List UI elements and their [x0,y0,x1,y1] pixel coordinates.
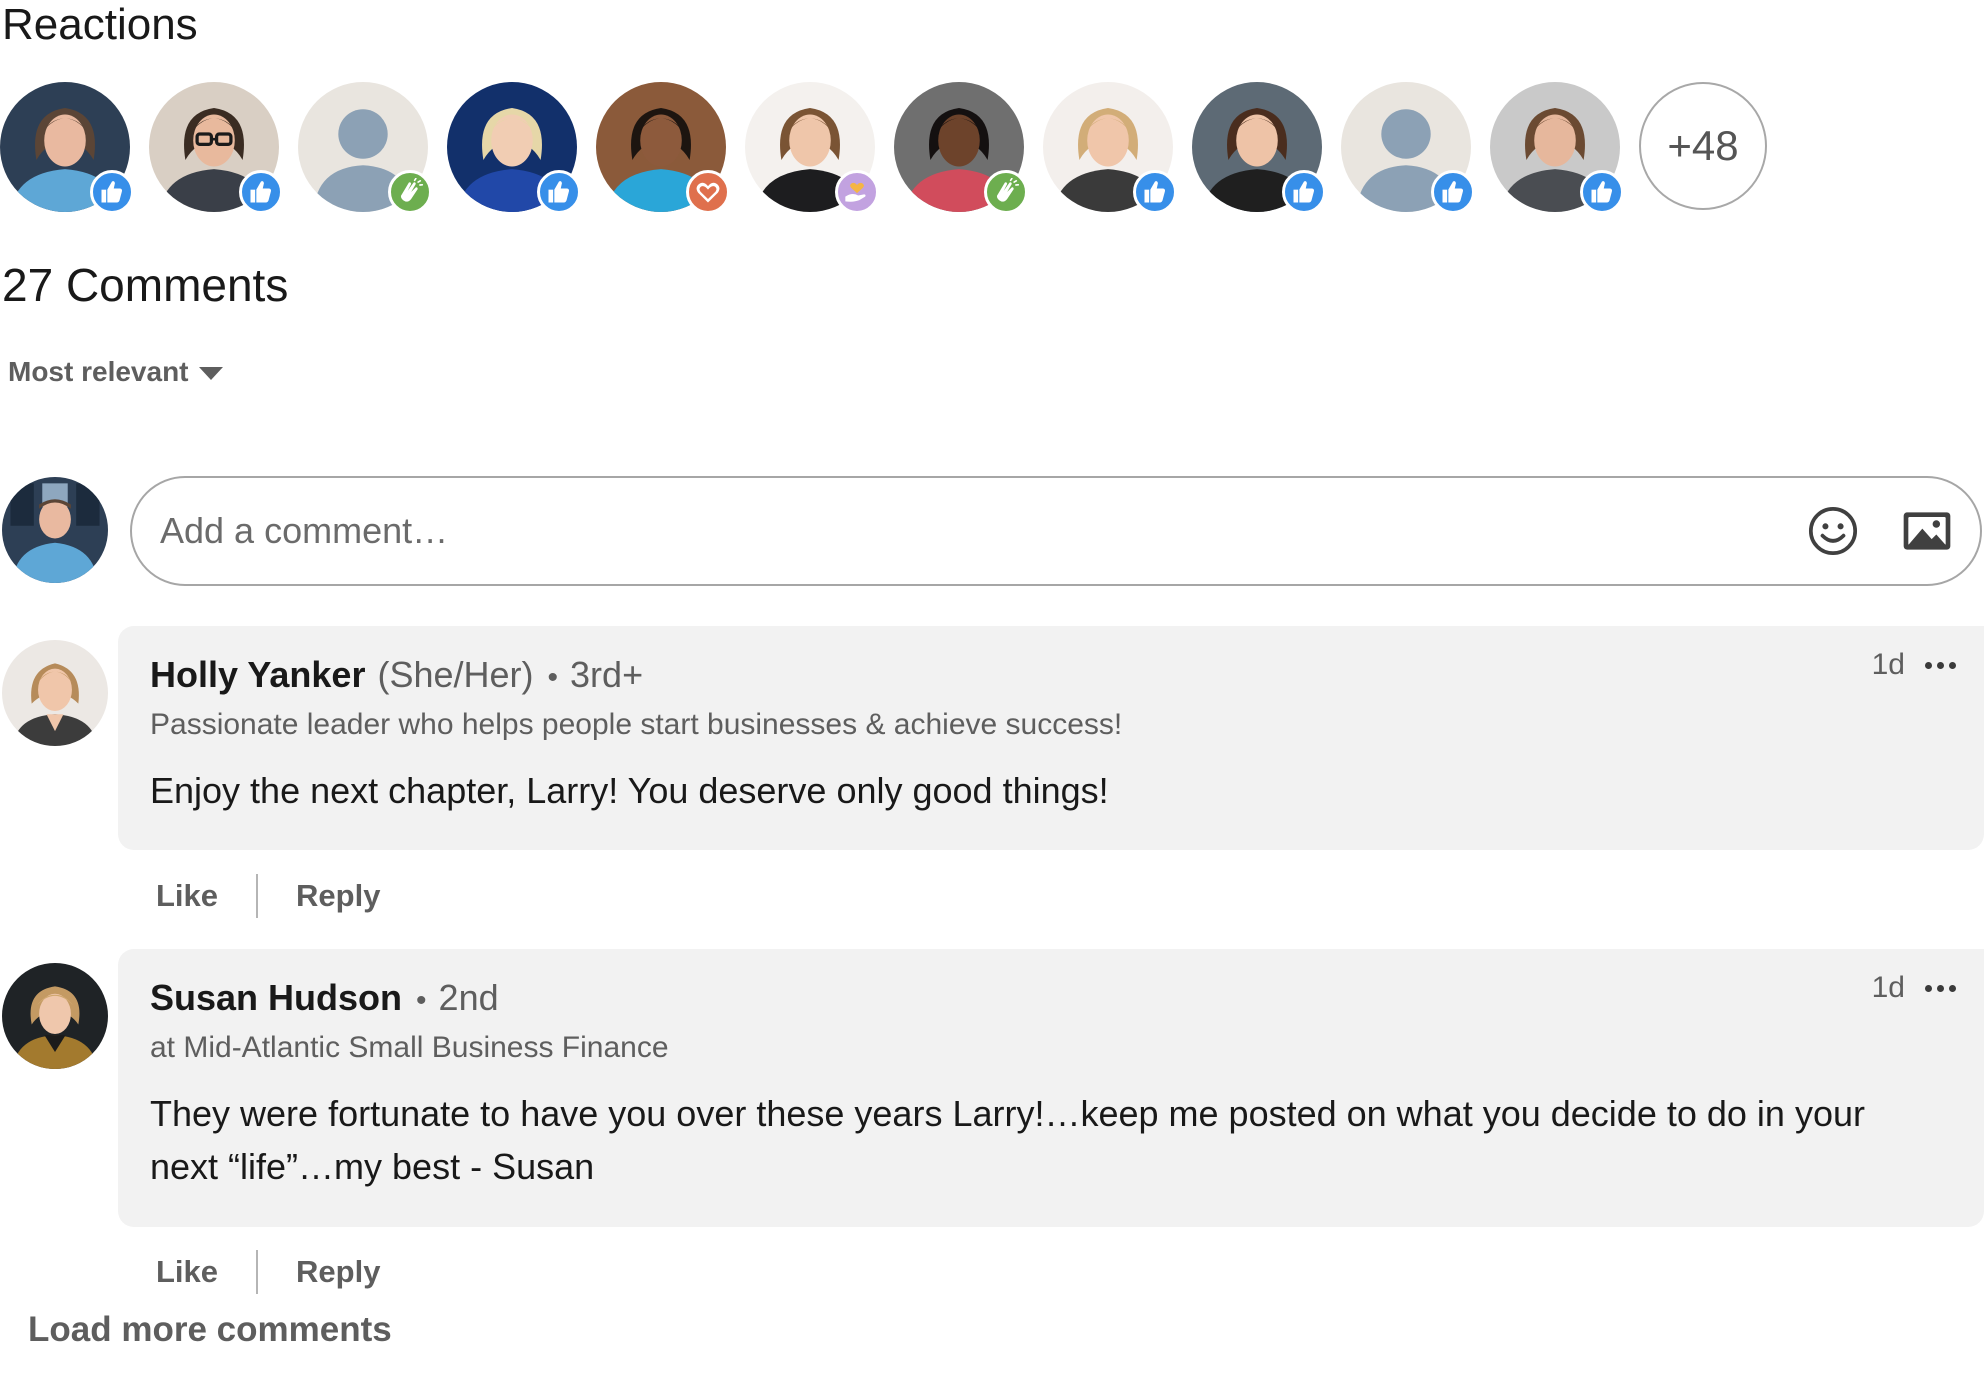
reactor-avatar[interactable] [1341,82,1475,214]
comment-card: 1d Susan Hudson • 2nd at Mid-Atlantic Sm… [118,949,1984,1227]
like-reaction-icon [537,170,581,214]
commenter-avatar[interactable] [2,963,108,1069]
image-icon[interactable] [1898,502,1956,560]
comment-author-headline: Passionate leader who helps people start… [150,708,1123,741]
comment-time: 1d [1871,648,1905,681]
comment-meta: 1d [1872,971,1960,1005]
reactions-avatar-row: +48 [0,82,1800,214]
like-button[interactable]: Like [156,1254,218,1290]
reactions-heading: Reactions [2,0,198,49]
comment-author-name[interactable]: Susan Hudson [150,977,402,1019]
comment-card: 1d Holly Yanker (She/Her) • 3rd+ Passion… [118,626,1984,850]
reactor-avatar[interactable] [1192,82,1326,214]
caret-down-icon [198,366,223,380]
like-reaction-icon [90,170,134,214]
comment-text: Enjoy the next chapter, Larry! You deser… [150,770,1109,811]
connection-degree: 2nd [438,977,499,1018]
connection-degree: 3rd+ [570,654,644,695]
like-reaction-icon [1133,170,1177,214]
separator-dot: • [547,661,559,694]
reactor-avatar[interactable] [596,82,730,214]
comment-actions: Like Reply [156,874,380,918]
reply-button[interactable]: Reply [296,878,380,914]
reactor-avatar[interactable] [0,82,134,214]
comment-composer[interactable] [130,476,1982,586]
comments-count-heading: 27 Comments [2,259,289,311]
reactor-avatar[interactable] [149,82,283,214]
reply-button[interactable]: Reply [296,1254,380,1290]
reactor-avatar[interactable] [1490,82,1624,214]
like-reaction-icon [1580,170,1624,214]
load-more-comments-button[interactable]: Load more comments [28,1310,392,1350]
reactor-avatar[interactable] [447,82,581,214]
like-button[interactable]: Like [156,878,218,914]
comment-meta: 1d [1872,648,1960,682]
comment-author-line: Holly Yanker (She/Her) • 3rd+ [150,654,643,696]
separator-dot: • [416,984,427,1017]
current-user-avatar [2,477,108,583]
reactor-avatar[interactable] [745,82,879,214]
emoji-icon[interactable] [1804,502,1862,560]
action-divider [256,874,259,918]
reactor-avatar[interactable] [1043,82,1177,214]
more-options-icon[interactable] [1921,981,1960,996]
comment-author-pronouns: (She/Her) [377,654,534,695]
more-options-icon[interactable] [1921,658,1960,673]
comment-text: They were fortunate to have you over the… [150,1093,1865,1187]
comment-author-name[interactable]: Holly Yanker [150,654,365,696]
reactor-avatar[interactable] [894,82,1028,214]
comment-actions: Like Reply [156,1250,380,1294]
like-reaction-icon [1431,170,1475,214]
action-divider [256,1250,259,1294]
clap-reaction-icon [388,170,432,214]
like-reaction-icon [239,170,283,214]
sort-label: Most relevant [8,356,189,387]
like-reaction-icon [1282,170,1326,214]
love-reaction-icon [686,170,730,214]
sort-dropdown[interactable]: Most relevant [8,356,223,388]
comment-author-line: Susan Hudson • 2nd [150,977,499,1019]
support-reaction-icon [835,170,879,214]
reactor-avatar[interactable] [298,82,432,214]
clap-reaction-icon [984,170,1028,214]
comment-author-headline: at Mid-Atlantic Small Business Finance [150,1031,669,1064]
more-reactions-button[interactable]: +48 [1639,82,1767,210]
comment-input[interactable] [160,510,1758,552]
commenter-avatar[interactable] [2,640,108,746]
comment-time: 1d [1871,971,1905,1004]
